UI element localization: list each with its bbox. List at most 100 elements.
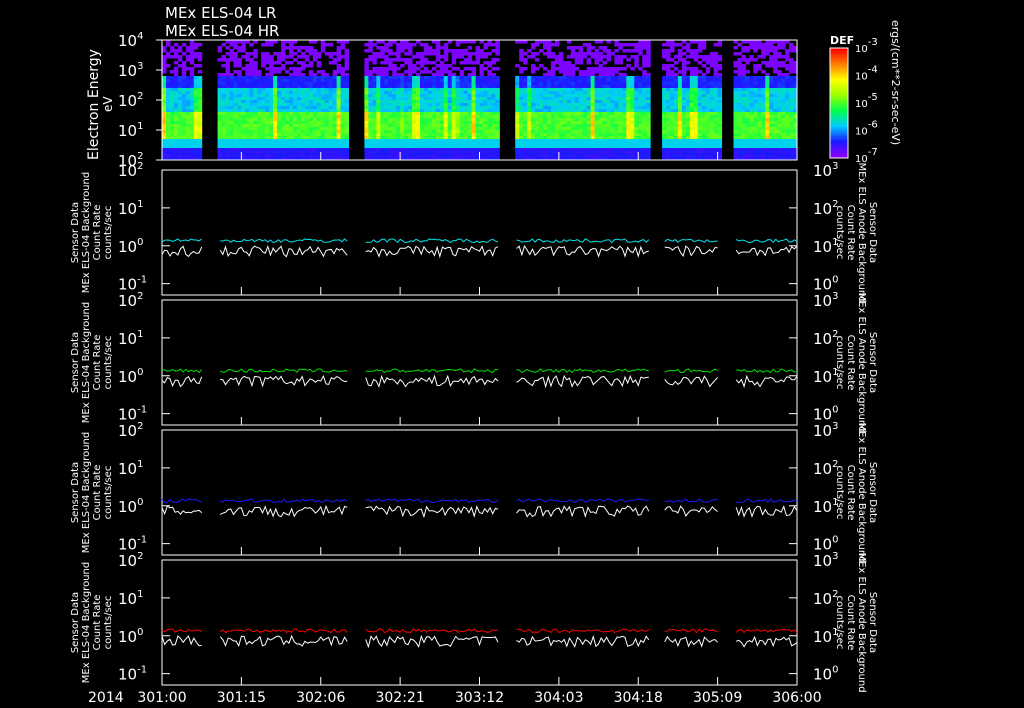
spectrogram-cell	[388, 82, 393, 86]
spectrogram-cell	[193, 151, 199, 155]
spectrogram-cell	[451, 142, 457, 146]
spectrogram-cell	[253, 61, 258, 65]
spectrogram-cell	[384, 58, 389, 62]
spectrogram-cell	[316, 85, 322, 89]
spectrogram-cell	[697, 109, 703, 113]
spectrogram-cell	[229, 145, 234, 149]
spectrogram-cell	[709, 52, 715, 56]
spectrogram-cell	[677, 85, 683, 89]
spectrogram-cell	[531, 136, 536, 140]
spectrogram-cell	[765, 136, 770, 140]
spectrogram-cell	[789, 127, 794, 131]
spectrogram-cell	[340, 97, 346, 101]
spectrogram-cell	[162, 103, 167, 107]
spectrogram-cell	[408, 118, 413, 122]
spectrogram-cell	[733, 112, 738, 116]
spectrogram-cell	[781, 142, 786, 146]
spectrogram-cell	[753, 49, 758, 53]
spectrogram-cell	[221, 133, 226, 137]
spectrogram-cell	[709, 55, 715, 59]
spectrogram-cell	[761, 121, 766, 125]
spectrogram-cell	[562, 142, 568, 146]
spectrogram-cell	[364, 106, 369, 110]
spectrogram-cell	[324, 91, 330, 95]
spectrogram-cell	[614, 139, 619, 143]
spectrogram-cell	[269, 100, 274, 104]
spectrogram-cell	[475, 88, 480, 92]
spectrogram-cell	[757, 124, 762, 128]
spectrogram-cell	[392, 64, 397, 68]
spectrogram-cell	[336, 106, 342, 110]
spectrogram-cell	[749, 100, 754, 104]
spectrogram-cell	[423, 76, 429, 80]
spectrogram-cell	[269, 148, 274, 152]
spectrogram-cell	[257, 73, 262, 77]
spectrogram-cell	[539, 124, 544, 128]
spectrogram-cell	[277, 94, 282, 98]
spectrogram-cell	[269, 91, 274, 95]
spectrogram-cell	[737, 64, 742, 68]
spectrogram-cell	[590, 115, 596, 119]
spectrogram-cell	[519, 58, 524, 62]
spectrogram-cell	[408, 121, 413, 125]
spectrogram-cell	[312, 55, 318, 59]
spectrogram-cell	[261, 121, 266, 125]
spectrogram-cell	[451, 121, 457, 125]
spectrogram-cell	[666, 94, 671, 98]
spectrogram-cell	[527, 118, 532, 122]
spectrogram-cell	[245, 97, 250, 101]
spectrogram-cell	[586, 88, 592, 92]
spectrogram-cell	[741, 112, 746, 116]
spectrogram-cell	[701, 46, 707, 50]
spectrogram-cell	[416, 109, 421, 113]
spectrogram-cell	[535, 76, 540, 80]
spectrogram-cell	[689, 118, 695, 122]
spectrogram-cell	[257, 133, 262, 137]
spectrogram-cell	[475, 52, 480, 56]
spectrogram-cell	[642, 91, 647, 95]
spectrogram-cell	[233, 100, 238, 104]
spectrogram-cell	[570, 79, 576, 83]
spectrogram-cell	[392, 40, 397, 44]
spectrogram-cell	[249, 61, 254, 65]
spectrogram-cell	[269, 82, 274, 86]
spectrogram-cell	[181, 97, 187, 101]
spectrogram-cell	[689, 52, 695, 56]
spectrogram-cell	[582, 76, 588, 80]
spectrogram-cell	[261, 55, 266, 59]
spectrogram-cell	[777, 112, 782, 116]
spectrogram-cell	[531, 43, 536, 47]
spectrogram-cell	[590, 109, 596, 113]
spectrogram-cell	[626, 97, 631, 101]
spectrogram-cell	[634, 121, 639, 125]
spectrogram-cell	[332, 52, 338, 56]
spectrogram-cell	[634, 94, 639, 98]
spectrogram-cell	[416, 91, 421, 95]
spectrogram-cell	[638, 151, 643, 155]
spectrogram-cell	[459, 112, 465, 116]
spectrogram-cell	[638, 148, 643, 152]
spectrogram-cell	[281, 154, 286, 158]
spectrogram-cell	[701, 130, 707, 134]
spectrogram-cell	[590, 121, 596, 125]
spectrogram-cell	[229, 142, 234, 146]
spectrogram-cell	[634, 79, 639, 83]
spectrogram-cell	[606, 118, 611, 122]
spectrogram-cell	[225, 94, 230, 98]
spectrogram-cell	[670, 70, 675, 74]
spectrogram-cell	[427, 97, 433, 101]
spectrogram-cell	[257, 103, 262, 107]
spectrogram-cell	[519, 49, 524, 53]
spectrogram-cell	[677, 115, 683, 119]
spectrogram-cell	[626, 127, 631, 131]
spectrogram-cell	[189, 76, 195, 80]
spectrogram-cell	[741, 46, 746, 50]
spectrogram-cell	[622, 127, 627, 131]
spectrogram-cell	[789, 115, 794, 119]
spectrogram-cell	[273, 127, 278, 131]
spectrogram-cell	[562, 76, 568, 80]
spectrogram-cell	[261, 109, 266, 113]
spectrogram-cell	[344, 112, 350, 116]
spectrogram-cell	[574, 91, 580, 95]
spectrogram-cell	[332, 58, 338, 62]
